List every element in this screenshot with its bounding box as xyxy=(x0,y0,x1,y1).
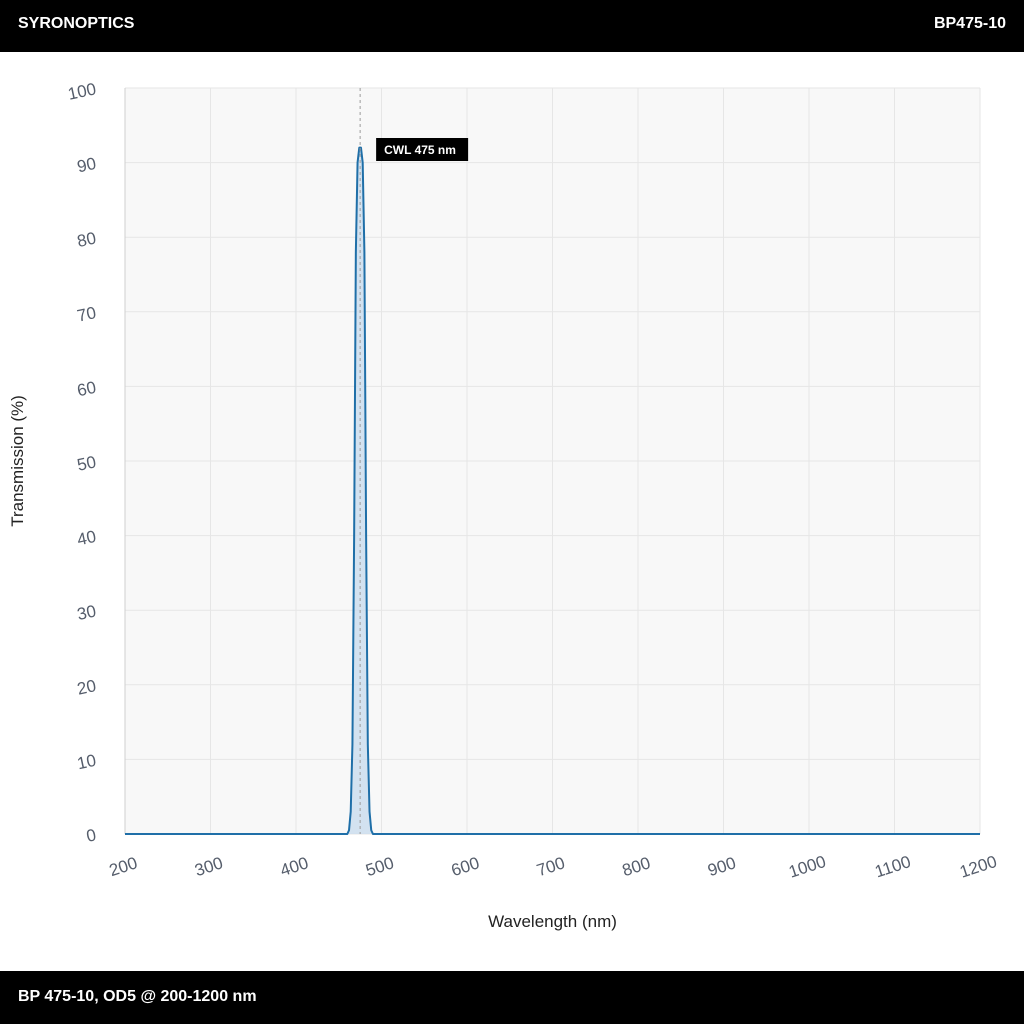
transmission-chart: 0 10 20 30 40 50 60 70 80 90 100 200 300 400 500 600 700… xyxy=(8,79,999,931)
x-tick-label: 900 xyxy=(705,853,738,880)
x-tick-label: 400 xyxy=(278,853,311,880)
y-tick-label: 0 xyxy=(85,825,98,846)
x-tick-label: 300 xyxy=(192,853,225,880)
y-tick-label: 70 xyxy=(75,303,97,326)
y-tick-label: 10 xyxy=(75,751,97,774)
x-tick-label: 800 xyxy=(620,853,653,880)
x-tick-label: 1200 xyxy=(957,852,999,882)
footer-bar: BP 475-10, OD5 @ 200-1200 nm xyxy=(0,971,1024,1024)
y-axis-title: Transmission (%) xyxy=(8,395,27,527)
x-tick-label: 500 xyxy=(363,853,396,880)
y-tick-label: 30 xyxy=(75,602,97,625)
footer-caption: BP 475-10, OD5 @ 200-1200 nm xyxy=(18,988,257,1005)
x-tick-label: 1000 xyxy=(786,852,828,882)
y-tick-label: 80 xyxy=(75,229,97,252)
y-tick-label: 50 xyxy=(75,452,97,475)
x-tick-label: 700 xyxy=(534,853,567,880)
y-tick-label: 100 xyxy=(66,79,98,103)
x-tick-label: 1100 xyxy=(872,852,913,881)
y-tick-label: 40 xyxy=(75,527,97,550)
y-tick-label: 20 xyxy=(75,676,97,699)
y-tick-label: 90 xyxy=(75,154,97,177)
y-tick-label: 60 xyxy=(75,378,97,401)
cwl-label: CWL 475 nm xyxy=(384,143,456,157)
x-tick-label: 600 xyxy=(449,853,482,880)
x-tick-label: 200 xyxy=(107,853,140,880)
x-axis-title: Wavelength (nm) xyxy=(488,912,617,931)
